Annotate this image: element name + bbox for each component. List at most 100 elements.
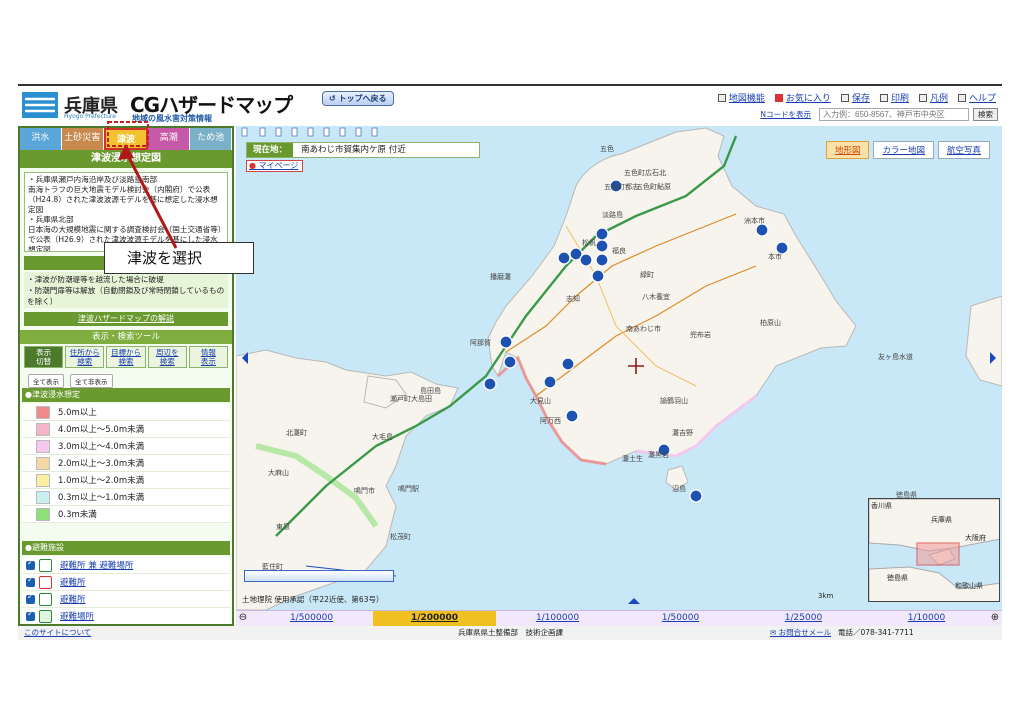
save-label: 保存 (851, 94, 870, 104)
legend-swatch (36, 439, 50, 453)
hide-all-button[interactable]: 全て非表示 (70, 374, 113, 388)
department-text: 兵庫県県土整備部 技術企画課 (458, 628, 563, 637)
overview-map[interactable]: 兵庫県 大阪府 徳島県 和歌山県 香川県 (868, 498, 1000, 602)
ncode-link[interactable]: Nコードを表示 (760, 109, 811, 120)
address-search-button[interactable]: 住所から 検索 (65, 346, 105, 368)
checkbox-icon[interactable] (26, 575, 35, 587)
shelter-icon (39, 592, 52, 606)
place-label: 大見山 (530, 397, 551, 405)
tab-storm-surge[interactable]: 高潮 (148, 128, 191, 150)
place-label: 五色町広石北 (624, 169, 666, 177)
show-all-button[interactable]: 全て表示 (28, 374, 64, 388)
shelter-heading: ●避難施設 (22, 541, 230, 555)
mypage-icon: ● (249, 161, 259, 170)
place-label: 緑町 (640, 271, 654, 279)
place-label: 友ヶ島水道 (878, 353, 913, 361)
address-search-input[interactable] (819, 108, 969, 121)
legend-swatch (36, 507, 50, 521)
contact-mail-link[interactable]: ✉ お問合せメール (770, 626, 831, 640)
save-link[interactable]: 保存 (840, 91, 870, 104)
note-line: ・防潮門扉等は解放（自動閉鎖及び常時閉鎖しているものを除く） (27, 286, 225, 306)
shelter-label: 避難所 兼 避難場所 (60, 561, 134, 571)
about-site-link[interactable]: このサイトについて (24, 626, 91, 640)
checkbox-icon[interactable] (26, 558, 35, 570)
place-label: 八木養宜 (642, 293, 670, 301)
mypage-label: マイページ (258, 161, 299, 170)
shelter-label: 避難所 (60, 595, 86, 605)
place-label: 大毛島 (372, 433, 393, 441)
checkbox-icon[interactable] (26, 609, 35, 621)
place-label: 洲本市 (744, 217, 765, 225)
place-label: 兜布岩 (690, 331, 711, 339)
back-to-top-button[interactable]: ↺ トップへ戻る (322, 91, 394, 106)
legend-swatch (36, 490, 50, 504)
scale-option[interactable]: 1/200000 (373, 611, 496, 626)
hazard-map-explanation-link[interactable]: 津波ハザードマップの解説 (24, 312, 228, 326)
scale-option[interactable]: 1/25000 (742, 611, 865, 626)
legend-item: 3.0m以上～4.0m未満 (22, 438, 230, 455)
display-toggle-button[interactable]: 表示 切替 (24, 346, 64, 368)
legend-label: 4.0m以上～5.0m未満 (58, 425, 145, 435)
map-view[interactable]: 五色 五色町広石北 五色町都志 五色町鮎原 淡路島 松帆 福良 緑町 八木養宜 南あわじ市 洲本市本… (236, 126, 1002, 610)
legend-label: 0.3m以上～1.0m未満 (58, 493, 145, 503)
shelter-item[interactable]: 避難場所 (22, 608, 230, 624)
legend-item: 1.0m以上～2.0m未満 (22, 472, 230, 489)
shelter-icon (39, 558, 52, 572)
shelter-label: 避難場所 (60, 612, 95, 622)
layer-aerial-photo[interactable]: 航空写真 (937, 141, 990, 159)
hazard-tabs: 洪水 土砂災害 津波 高潮 ため池 (20, 128, 232, 150)
mypage-link[interactable]: ● マイページ (246, 160, 304, 172)
contact-label: お問合せメール (778, 628, 832, 637)
shelter-item[interactable]: 避難所 (22, 574, 230, 591)
layer-color-map[interactable]: カラー地図 (873, 141, 934, 159)
shelter-item[interactable]: 避難所 (22, 591, 230, 608)
scale-option[interactable]: 1/500000 (250, 611, 373, 626)
legend-swatch (36, 405, 50, 419)
flag-icon (774, 93, 783, 102)
print-link[interactable]: 印刷 (879, 91, 909, 104)
scale-option[interactable]: 1/50000 (619, 611, 742, 626)
pref-en: Hyogo Prefecture (64, 113, 116, 120)
help-link[interactable]: ヘルプ (957, 91, 996, 104)
tab-flood[interactable]: 洪水 (20, 128, 62, 150)
place-label: 沼島 (672, 485, 686, 493)
scale-selector: ⊖ 1/500000 1/200000 1/100000 1/50000 1/2… (236, 610, 1002, 626)
map-functions-link[interactable]: 地図機能 (717, 91, 765, 104)
nearby-search-button[interactable]: 周辺を 検索 (147, 346, 187, 368)
shelter-item[interactable]: 避難所 兼 避難場所 (22, 557, 230, 574)
tab-reservoir[interactable]: ため池 (190, 128, 232, 150)
search-button[interactable]: 検索 (973, 108, 998, 121)
overview-label: 香川県 (871, 502, 892, 510)
checkbox-icon[interactable] (26, 592, 35, 604)
landmark-search-button[interactable]: 目標から 検索 (106, 346, 146, 368)
place-label: 松茂町 (390, 533, 411, 541)
scale-option[interactable]: 1/100000 (496, 611, 619, 626)
zoom-in-icon[interactable]: ⊕ (988, 611, 1002, 626)
zoom-slider[interactable] (244, 570, 394, 582)
overview-label: 兵庫県 (931, 516, 952, 524)
place-label: 福良 (612, 247, 626, 255)
scale-option[interactable]: 1/10000 (865, 611, 988, 626)
save-icon (840, 93, 849, 102)
base-layer-switch: 地形図 カラー地図 航空写真 (825, 141, 990, 159)
favorites-link[interactable]: お気に入り (774, 91, 831, 104)
info-display-button[interactable]: 情報 表示 (188, 346, 229, 368)
legend-item: 2.0m以上～3.0m未満 (22, 455, 230, 472)
map-scale-label: 3km (818, 592, 834, 600)
legend-link[interactable]: 凡例 (918, 91, 948, 104)
hyogo-logo-icon (22, 92, 58, 118)
map-credit: 土地理院 使用承認（平22近使、第63号） (242, 595, 384, 604)
zoom-out-icon[interactable]: ⊖ (236, 611, 250, 626)
legend-swatch (36, 422, 50, 436)
legend-label: 1.0m以上～2.0m未満 (58, 476, 145, 486)
kii-coast (965, 295, 1002, 387)
tab-tsunami[interactable]: 津波 (103, 128, 149, 150)
search-area: Nコードを表示 検索 (760, 108, 998, 121)
map-functions-icon (717, 93, 726, 102)
legend-label: 5.0m以上 (58, 408, 97, 418)
tab-landslide[interactable]: 土砂災害 (61, 128, 104, 150)
layer-topographic[interactable]: 地形図 (825, 141, 870, 159)
toolbar: 地図機能 お気に入り 保存 印刷 凡例 ヘルプ (717, 91, 996, 104)
legend-label: 0.3m未満 (58, 510, 97, 520)
back-to-top-label: トップへ戻る (338, 94, 387, 103)
